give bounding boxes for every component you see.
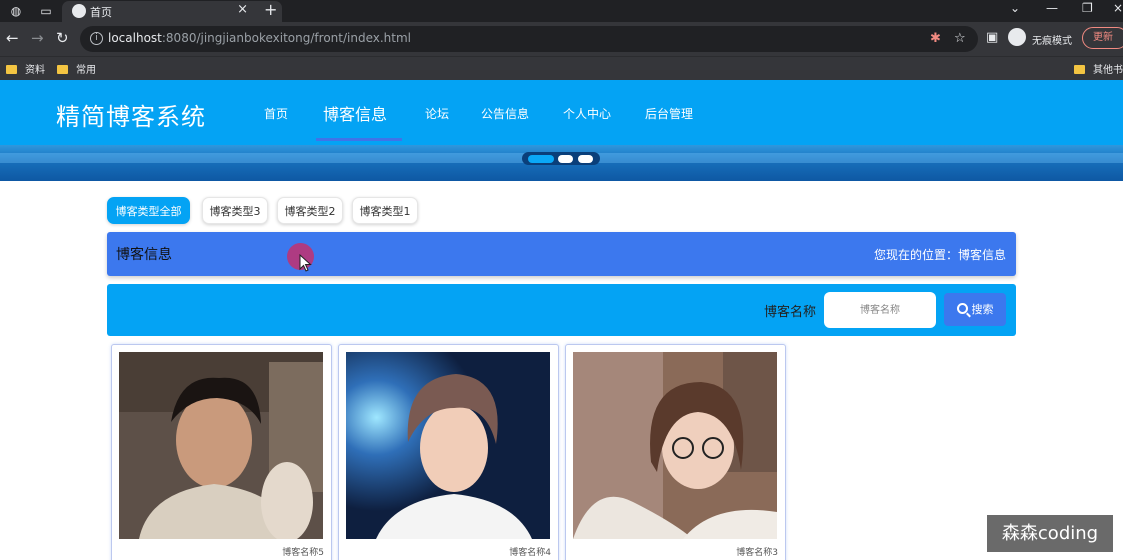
carousel-dot-active[interactable] (528, 155, 554, 163)
update-button[interactable]: 更新 (1082, 27, 1123, 49)
nav-blog-info[interactable]: 博客信息 (323, 101, 387, 125)
nav-home[interactable]: 首页 (264, 105, 288, 122)
nav-forum[interactable]: 论坛 (425, 105, 449, 122)
blog-card[interactable]: 博客名称3 (565, 344, 786, 560)
minimize-icon[interactable]: — (1046, 1, 1058, 15)
blog-cover-image[interactable] (346, 352, 550, 539)
site-title: 精简博客系统 (56, 103, 206, 131)
filter-type-3[interactable]: 博客类型3 (202, 197, 268, 224)
nav-active-underline (316, 138, 402, 141)
incognito-label: 无痕模式 (1032, 36, 1072, 47)
search-icon (956, 303, 968, 314)
reload-icon[interactable]: ↻ (56, 30, 69, 46)
banner-carousel[interactable] (0, 145, 1123, 181)
incognito-icon[interactable] (1008, 28, 1026, 46)
tab-favicon-icon (72, 4, 86, 18)
bookmark-folder-other[interactable]: 其他书 (1074, 61, 1123, 76)
forward-icon[interactable]: → (31, 30, 44, 46)
new-tab-icon[interactable]: + (264, 0, 277, 19)
tab-title: 首页 (90, 6, 112, 19)
site-header: 精简博客系统 首页 博客信息 论坛 公告信息 个人中心 后台管理 (0, 80, 1123, 145)
globe-icon[interactable]: ◍ (8, 3, 24, 19)
bookmark-star-icon[interactable]: ☆ (954, 31, 966, 46)
tab-close-icon[interactable]: × (237, 2, 248, 17)
filter-type-2[interactable]: 博客类型2 (277, 197, 343, 224)
back-icon[interactable]: ← (6, 30, 19, 46)
omnibox[interactable]: i localhost:8080/jingjianbokexitong/fron… (80, 26, 978, 52)
search-button[interactable]: 搜索 (944, 293, 1006, 326)
mouse-cursor-icon (299, 254, 312, 272)
nav-personal-center[interactable]: 个人中心 (563, 105, 611, 122)
restore-icon[interactable]: ❐ (1082, 1, 1093, 15)
carousel-indicators (522, 152, 600, 165)
blog-cover-image[interactable] (573, 352, 777, 539)
nav-admin[interactable]: 后台管理 (645, 105, 693, 122)
tab-list-chevron-icon[interactable]: ⌄ (1010, 1, 1020, 15)
breadcrumb: 您现在的位置：博客信息 (873, 248, 1006, 262)
nav-announcements[interactable]: 公告信息 (481, 105, 529, 122)
search-panel: 博客名称 搜索 (107, 284, 1016, 336)
watermark: 森森coding (987, 515, 1113, 552)
carousel-dot[interactable] (578, 155, 593, 163)
sidepanel-icon[interactable]: ▣ (986, 30, 998, 46)
address-toolbar: ← → ↻ i localhost:8080/jingjianbokexiton… (0, 22, 1123, 56)
search-label: 博客名称 (764, 305, 817, 320)
blog-card[interactable]: 博客名称5 (111, 344, 332, 560)
carousel-dot[interactable] (558, 155, 573, 163)
bookmarks-bar: 资料 常用 其他书 (0, 56, 1123, 80)
folder-icon (6, 65, 17, 74)
folder-icon (57, 65, 68, 74)
browser-tab-strip: ◍ ▭ 首页 × + ⌄ — ❐ × (0, 0, 1123, 22)
blog-name-input[interactable] (824, 292, 936, 328)
section-header: 博客信息 您现在的位置：博客信息 (107, 232, 1016, 276)
blog-card[interactable]: 博客名称4 (338, 344, 559, 560)
blog-cover-image[interactable] (119, 352, 323, 539)
main-content: 博客类型全部 博客类型3 博客类型2 博客类型1 博客信息 您现在的位置：博客信… (0, 181, 1123, 560)
section-title: 博客信息 (116, 247, 172, 263)
blog-card-title[interactable]: 博客名称3 (736, 545, 778, 558)
filter-type-1[interactable]: 博客类型1 (352, 197, 418, 224)
site-info-icon[interactable]: i (90, 32, 103, 45)
blog-card-title[interactable]: 博客名称5 (282, 545, 324, 558)
blog-card-title[interactable]: 博客名称4 (509, 545, 551, 558)
permissions-icon[interactable]: ✱ (930, 31, 941, 46)
folder-icon (1074, 65, 1085, 74)
filter-all[interactable]: 博客类型全部 (107, 197, 190, 224)
browser-tab-home[interactable]: 首页 × (62, 1, 282, 22)
bookmark-folder-ziliao[interactable]: 资料 (6, 61, 45, 76)
window-close-icon[interactable]: × (1113, 1, 1123, 15)
bookmark-folder-changyong[interactable]: 常用 (57, 61, 96, 76)
url-text[interactable]: localhost:8080/jingjianbokexitong/front/… (108, 31, 411, 45)
tab-search-icon[interactable]: ▭ (38, 3, 54, 19)
